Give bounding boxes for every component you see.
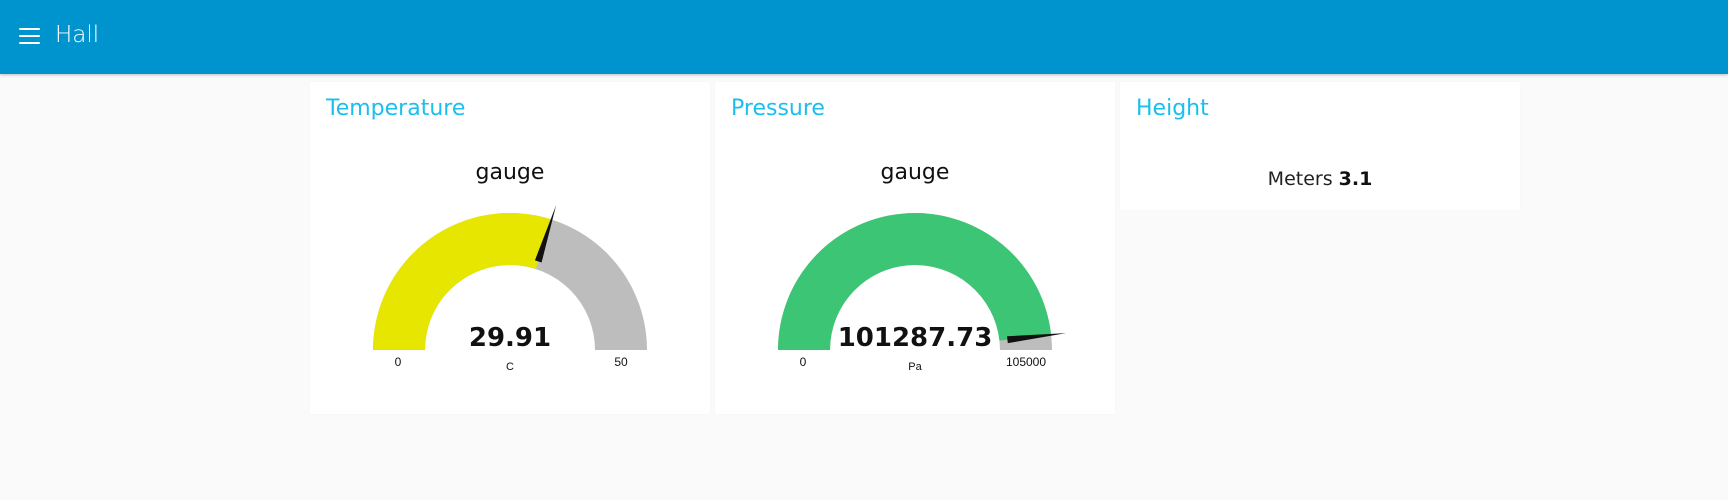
gauge-label: gauge <box>881 160 950 185</box>
gauge-max-label: 105000 <box>1006 355 1046 369</box>
card-title: Height <box>1136 96 1209 121</box>
pressure-card: Pressure gauge 101287.73 0 105000 Pa <box>715 82 1115 414</box>
page-title: Hall <box>55 22 100 48</box>
gauge-value: 29.91 <box>469 323 551 353</box>
temperature-gauge: gauge 29.91 0 50 C <box>373 160 647 373</box>
gauge-min-label: 0 <box>800 355 807 369</box>
gauge-units: C <box>506 361 514 373</box>
height-text-widget: Meters 3.1 <box>1120 168 1520 190</box>
gauge-min-label: 0 <box>395 355 402 369</box>
temperature-card: Temperature gauge 29.91 0 50 C <box>310 82 710 414</box>
gauge-value: 101287.73 <box>838 323 993 353</box>
height-card: Height Meters 3.1 <box>1120 82 1520 210</box>
menu-icon[interactable] <box>14 22 46 52</box>
pressure-gauge: gauge 101287.73 0 105000 Pa <box>778 160 1067 373</box>
height-label: Meters <box>1267 168 1333 190</box>
top-toolbar: Hall <box>0 0 1728 74</box>
gauge-units: Pa <box>908 361 922 373</box>
gauge-label: gauge <box>476 160 545 185</box>
height-value: 3.1 <box>1338 168 1373 190</box>
gauge-max-label: 50 <box>614 355 628 369</box>
